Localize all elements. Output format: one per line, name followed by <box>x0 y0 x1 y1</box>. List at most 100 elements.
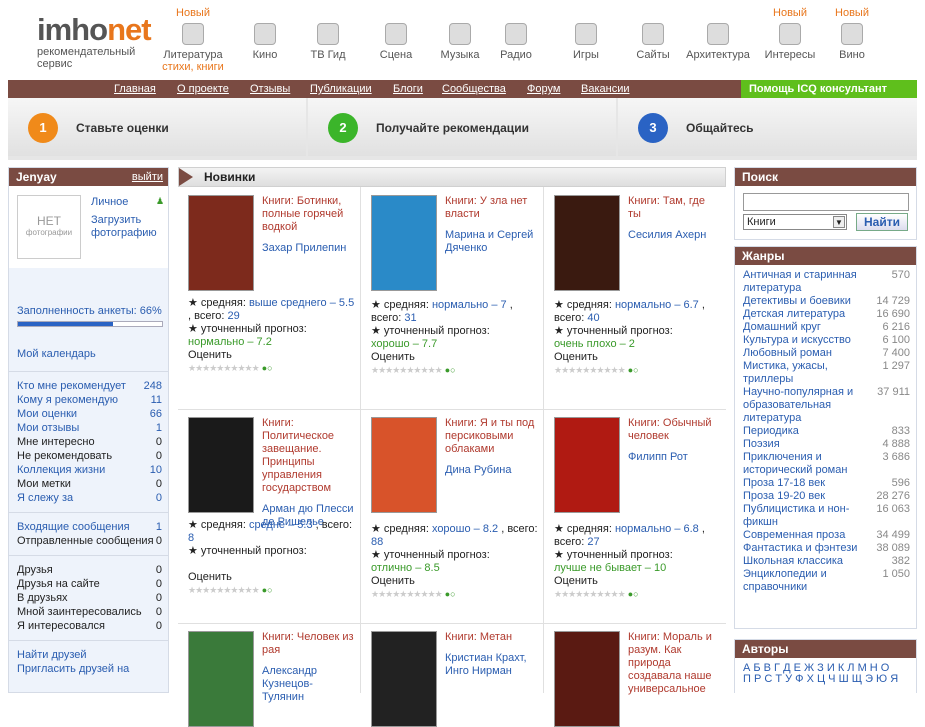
category-5[interactable]: Радио <box>481 6 551 61</box>
status-icons[interactable]: ●○ <box>628 589 639 599</box>
book-author[interactable]: Захар Прилепин <box>262 242 354 255</box>
status-icons[interactable]: ●○ <box>262 363 273 373</box>
stat-label[interactable]: Кому я рекомендую <box>17 393 144 407</box>
book-title[interactable]: Книги: Человек из рая <box>262 631 354 657</box>
status-icons[interactable]: ●○ <box>628 365 639 375</box>
book-title[interactable]: Книги: Политическое завещание. Принципы … <box>262 417 354 495</box>
rating-stars[interactable]: ★★★★★★★★★★ <box>371 589 443 599</box>
book-cover[interactable] <box>371 195 437 291</box>
book-cover[interactable] <box>371 631 437 727</box>
genre-link[interactable]: Домашний круг <box>743 321 867 334</box>
genre-link[interactable]: Детективы и боевики <box>743 295 867 308</box>
genre-link[interactable]: Публицистика и нон-фикшн <box>743 503 867 529</box>
user-name[interactable]: Jenyay <box>16 170 57 184</box>
rating-stars[interactable]: ★★★★★★★★★★ <box>554 365 626 375</box>
book-cover[interactable] <box>554 195 620 291</box>
category-9[interactable]: Новый Интересы <box>755 6 825 61</box>
book-cover[interactable] <box>188 195 254 291</box>
genre-link[interactable]: Культура и искусство <box>743 334 867 347</box>
genre-link[interactable]: Фантастика и фэнтези <box>743 542 867 555</box>
total-count[interactable]: 8 <box>188 532 194 544</box>
category-7[interactable]: Сайты <box>618 6 688 61</box>
genre-link[interactable]: Поэзия <box>743 438 867 451</box>
book-author[interactable]: Марина и Сергей Дяченко <box>445 229 537 255</box>
total-count[interactable]: 31 <box>404 312 416 324</box>
avg-value[interactable]: нормально – 7 <box>432 299 507 311</box>
invite-friends-link[interactable]: Пригласить друзей на <box>17 662 162 676</box>
book-title[interactable]: Книги: Ботинки, полные горячей водкой <box>262 195 354 234</box>
search-input[interactable] <box>743 193 909 211</box>
rating-stars[interactable]: ★★★★★★★★★★ <box>554 589 626 599</box>
genre-link[interactable]: Энциклопедии и справочники <box>743 568 867 594</box>
book-author[interactable]: Филипп Рот <box>628 451 720 464</box>
search-button[interactable]: Найти <box>856 213 908 231</box>
category-select[interactable]: Книги ▼ <box>743 214 847 230</box>
upload-photo-link[interactable]: Загрузить фотографию <box>91 214 163 240</box>
stat-label[interactable]: Кто мне рекомендует <box>17 379 144 393</box>
alphabet-row-2[interactable]: П Р С Т У Ф Х Ц Ч Ш Щ Э Ю Я <box>743 674 916 685</box>
status-icons[interactable]: ●○ <box>262 585 273 595</box>
book-title[interactable]: Книги: У зла нет власти <box>445 195 537 221</box>
book-cover[interactable] <box>554 631 620 727</box>
category-sublabel[interactable]: стихи, книги <box>158 61 228 73</box>
personal-link[interactable]: Личное <box>91 196 128 208</box>
genre-link[interactable]: Школьная классика <box>743 555 867 568</box>
category-3[interactable]: Сцена <box>361 6 431 61</box>
rating-stars[interactable]: ★★★★★★★★★★ <box>371 365 443 375</box>
status-icons[interactable]: ●○ <box>445 365 456 375</box>
genre-link[interactable]: Периодика <box>743 425 867 438</box>
rating-stars[interactable]: ★★★★★★★★★★ <box>188 363 260 373</box>
total-count[interactable]: 29 <box>227 310 239 322</box>
stat-label[interactable]: Входящие сообщения <box>17 520 156 534</box>
avg-value[interactable]: нормально – 6.8 <box>615 523 699 535</box>
category-2[interactable]: ТВ Гид <box>293 6 363 61</box>
nav-communities[interactable]: Сообщества <box>442 83 506 95</box>
avatar[interactable]: НЕТ фотографии <box>17 195 81 259</box>
book-cover[interactable] <box>554 417 620 513</box>
logout-link[interactable]: выйти <box>132 168 163 186</box>
stat-label[interactable]: Я слежу за <box>17 491 144 505</box>
genre-link[interactable]: Детская литература <box>743 308 867 321</box>
total-count[interactable]: 40 <box>587 312 599 324</box>
genre-link[interactable]: Приключения и исторический роман <box>743 451 867 477</box>
find-friends-link[interactable]: Найти друзей <box>17 648 162 662</box>
help-icq[interactable]: Помощь ICQ консультант <box>741 80 917 98</box>
book-author[interactable]: Александр Кузнецов-Тулянин <box>262 665 354 704</box>
avg-value[interactable]: выше среднего – 5.5 <box>249 297 354 309</box>
total-count[interactable]: 88 <box>371 536 383 548</box>
genre-link[interactable]: Современная проза <box>743 529 867 542</box>
nav-about[interactable]: О проекте <box>177 83 229 95</box>
profile-fill-label[interactable]: Заполненность анкеты: 66% <box>17 305 162 318</box>
nav-blogs[interactable]: Блоги <box>393 83 423 95</box>
nav-publications[interactable]: Публикации <box>310 83 372 95</box>
category-8[interactable]: Архитектура <box>683 6 753 61</box>
total-count[interactable]: 27 <box>587 536 599 548</box>
stat-label[interactable]: Мои отзывы <box>17 421 144 435</box>
status-icons[interactable]: ●○ <box>445 589 456 599</box>
category-6[interactable]: Игры <box>551 6 621 61</box>
book-title[interactable]: Книги: Метан <box>445 631 537 644</box>
genre-link[interactable]: Проза 17-18 век <box>743 477 867 490</box>
nav-reviews[interactable]: Отзывы <box>250 83 290 95</box>
book-title[interactable]: Книги: Там, где ты <box>628 195 720 221</box>
my-calendar-link[interactable]: Мой календарь <box>17 347 162 361</box>
category-10[interactable]: Новый Вино <box>817 6 887 61</box>
book-author[interactable]: Сесилия Ахерн <box>628 229 720 242</box>
book-title[interactable]: Книги: Мораль и разум. Как природа созда… <box>628 631 720 696</box>
logo[interactable]: imhonet рекомендательный сервис <box>37 14 152 70</box>
genre-link[interactable]: Проза 19-20 век <box>743 490 867 503</box>
nav-home[interactable]: Главная <box>114 83 156 95</box>
category-0[interactable]: Новый Литература стихи, книги <box>158 6 228 73</box>
avg-value[interactable]: средне – 5.3 <box>249 519 313 531</box>
book-title[interactable]: Книги: Обычный человек <box>628 417 720 443</box>
avg-value[interactable]: хорошо – 8.2 <box>432 523 498 535</box>
genre-link[interactable]: Любовный роман <box>743 347 867 360</box>
genre-link[interactable]: Мистика, ужасы, триллеры <box>743 360 867 386</box>
genre-link[interactable]: Научно-популярная и образовательная лите… <box>743 386 867 425</box>
category-1[interactable]: Кино <box>230 6 300 61</box>
rating-stars[interactable]: ★★★★★★★★★★ <box>188 585 260 595</box>
nav-forum[interactable]: Форум <box>527 83 560 95</box>
avg-value[interactable]: нормально – 6.7 <box>615 299 699 311</box>
genre-link[interactable]: Античная и старинная литература <box>743 269 867 295</box>
stat-label[interactable]: Коллекция жизни <box>17 463 144 477</box>
